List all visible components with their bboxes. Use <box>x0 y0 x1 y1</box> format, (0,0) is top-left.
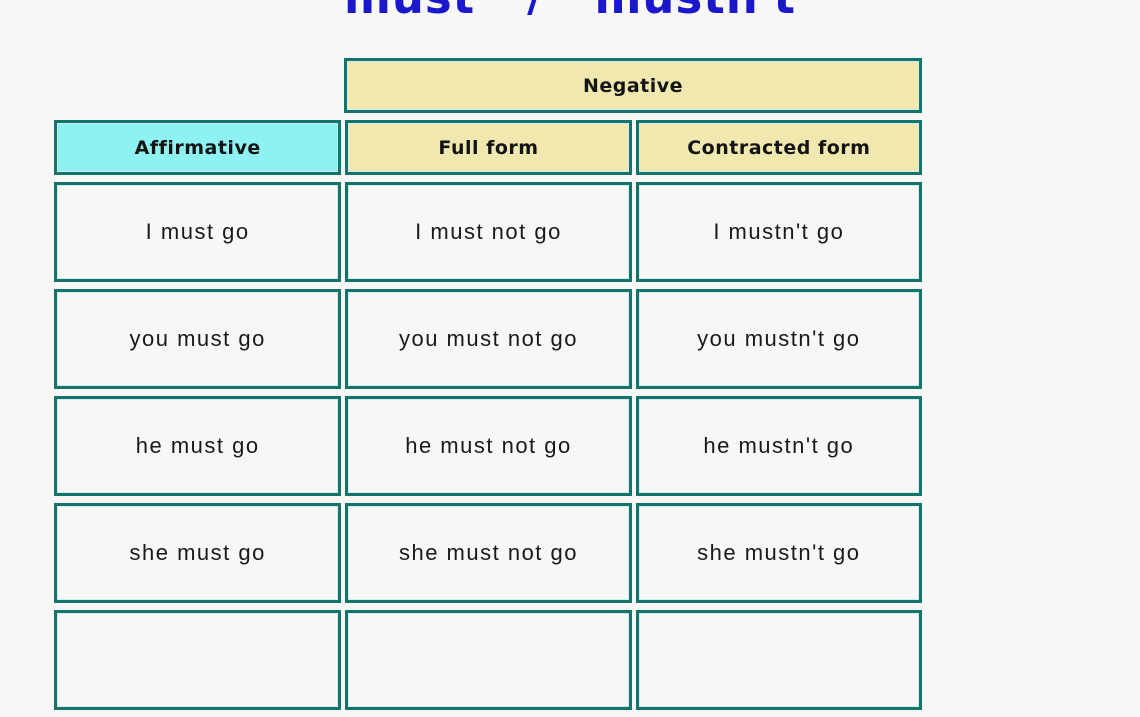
title-word-mustnt: mustn't <box>595 0 797 20</box>
cell-contracted-form: she mustn't go <box>635 503 923 603</box>
column-header-full-form: Full form <box>345 120 632 175</box>
cell-full-form: I must not go <box>345 182 632 282</box>
cell-full-form: he must not go <box>345 396 632 496</box>
cell-affirmative: he must go <box>54 396 342 496</box>
cell-contracted-form: you mustn't go <box>635 289 923 389</box>
cell-contracted-form: he mustn't go <box>635 396 923 496</box>
title-word-must: must <box>344 0 475 20</box>
cell-affirmative: I must go <box>54 182 342 282</box>
column-header-contracted-form: Contracted form <box>635 120 923 175</box>
table-row: you must go you must not go you mustn't … <box>54 289 923 389</box>
cell-affirmative: you must go <box>54 289 342 389</box>
table-row: she must go she must not go she mustn't … <box>54 503 923 603</box>
must-mustnt-table: Negative Affirmative Full form Contracte… <box>54 58 923 717</box>
cell-contracted-form <box>635 610 923 710</box>
cell-full-form: she must not go <box>345 503 632 603</box>
page-title: must / mustn't <box>0 0 1140 24</box>
title-separator: / <box>527 0 542 18</box>
table-column-header-row: Affirmative Full form Contracted form <box>54 120 923 175</box>
cell-contracted-form: I mustn't go <box>635 182 923 282</box>
table-group-header-row: Negative <box>54 58 922 113</box>
table-row: he must go he must not go he mustn't go <box>54 396 923 496</box>
table-row <box>54 610 923 710</box>
cell-full-form <box>345 610 632 710</box>
cell-full-form: you must not go <box>345 289 632 389</box>
group-header-negative: Negative <box>344 58 922 113</box>
cell-affirmative: she must go <box>54 503 342 603</box>
column-header-affirmative: Affirmative <box>54 120 342 175</box>
cell-affirmative <box>54 610 342 710</box>
table-row: I must go I must not go I mustn't go <box>54 182 923 282</box>
